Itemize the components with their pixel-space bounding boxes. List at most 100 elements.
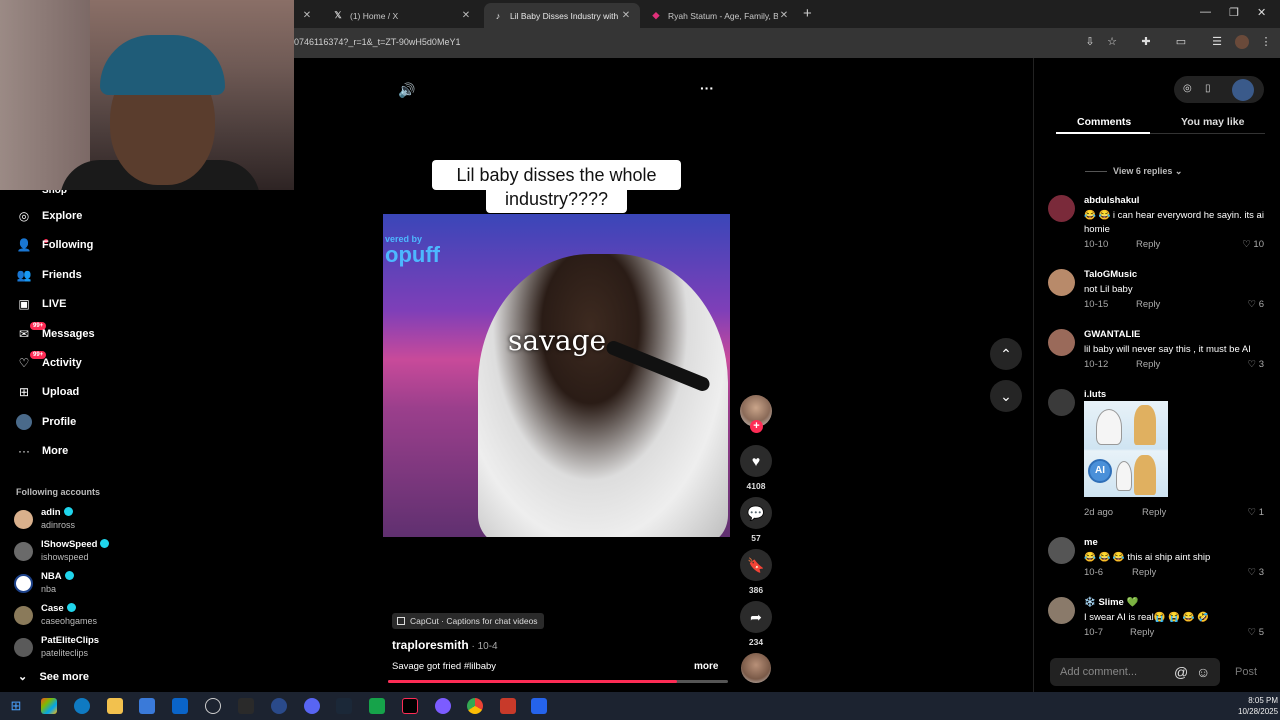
video-player[interactable]: vered by opuff savage — [383, 214, 730, 537]
following-account[interactable]: NBA nba — [14, 571, 154, 597]
avatar[interactable] — [1048, 537, 1075, 564]
profile-avatar-icon[interactable] — [1232, 79, 1254, 101]
comment-like-button[interactable]: ♡ 3 — [1248, 359, 1264, 370]
comment-username[interactable]: me — [1084, 537, 1098, 548]
chrome-icon[interactable] — [467, 698, 483, 714]
app-icon[interactable] — [369, 698, 385, 714]
new-tab-button[interactable]: + — [803, 5, 812, 22]
comment-username[interactable]: i.luts — [1084, 389, 1106, 400]
tab-x-home[interactable]: 𝕏 (1) Home / X ✕ — [324, 3, 480, 28]
previous-video-button[interactable]: ⌃ — [990, 338, 1022, 370]
mention-icon[interactable]: @ — [1174, 664, 1188, 680]
reply-button[interactable]: Reply — [1132, 567, 1156, 578]
comment-gif-image[interactable]: AI — [1084, 401, 1168, 497]
extensions-icon[interactable]: ✚ — [1139, 35, 1153, 49]
sidebar-item-activity[interactable]: ♡ 99+ Activity — [0, 351, 150, 375]
app-icon[interactable] — [205, 698, 221, 714]
view-replies-button[interactable]: View 6 replies ⌄ — [1113, 166, 1182, 177]
like-button[interactable]: ♥ — [740, 445, 772, 477]
following-account[interactable]: IShowSpeed ishowspeed — [14, 539, 154, 565]
video-author[interactable]: traploresmith · 10-4 — [392, 638, 498, 652]
app-icon[interactable] — [531, 698, 547, 714]
comment-username[interactable]: TaloGMusic — [1084, 269, 1137, 280]
avatar[interactable] — [1048, 269, 1075, 296]
file-explorer-icon[interactable] — [107, 698, 123, 714]
edge-icon[interactable] — [74, 698, 90, 714]
sound-disc[interactable] — [741, 653, 771, 683]
app-icon[interactable] — [500, 698, 516, 714]
comment-username[interactable]: ❄️ Slime 💚 — [1084, 597, 1138, 608]
sidebar-item-messages[interactable]: ✉ 99+ Messages — [0, 322, 150, 346]
comment-like-button[interactable]: ♡ 3 — [1248, 567, 1264, 578]
steam-icon[interactable] — [336, 698, 352, 714]
sidebar-item-explore[interactable]: ◎ Explore — [0, 204, 150, 228]
install-app-icon[interactable]: ⇩ — [1083, 35, 1097, 49]
bookmark-star-icon[interactable]: ☆ — [1105, 35, 1119, 49]
reply-button[interactable]: Reply — [1136, 239, 1160, 250]
url-field[interactable]: 0746116374?_r=1&_t=ZT-90wH5d0MeY1 — [294, 37, 460, 47]
share-button[interactable]: ➦ — [740, 601, 772, 633]
copilot-icon[interactable] — [41, 698, 57, 714]
tab-tiktok-video[interactable]: ♪ Lil Baby Disses Industry with Sa ✕ — [484, 3, 640, 28]
tab-you-may-like[interactable]: You may like — [1181, 116, 1244, 128]
follow-plus-icon[interactable]: + — [750, 420, 763, 433]
epic-games-icon[interactable] — [238, 698, 254, 714]
reply-button[interactable]: Reply — [1130, 627, 1154, 638]
close-window-button[interactable]: ✕ — [1257, 6, 1266, 19]
reply-button[interactable]: Reply — [1136, 299, 1160, 310]
capcut-tag[interactable]: CapCut · Captions for chat videos — [392, 613, 544, 629]
app-icon[interactable] — [435, 698, 451, 714]
windows-start-icon[interactable]: ⊞ — [8, 698, 24, 714]
compass-icon[interactable]: ◎ — [1183, 83, 1192, 94]
sidebar-item-friends[interactable]: 👥 Friends — [0, 263, 150, 287]
sidebar-item-profile[interactable]: Profile — [0, 410, 150, 434]
post-button[interactable]: Post — [1235, 666, 1257, 678]
sidebar-item-upload[interactable]: ⊞ Upload — [0, 380, 150, 404]
next-video-button[interactable]: ⌄ — [990, 380, 1022, 412]
avatar[interactable] — [1048, 389, 1075, 416]
following-account[interactable]: adin adinross — [14, 507, 154, 533]
cast-icon[interactable]: ▭ — [1174, 35, 1188, 49]
comment-like-button[interactable]: ♡ 1 — [1248, 507, 1264, 518]
sidebar-item-live[interactable]: ▣ LIVE — [0, 292, 150, 316]
avatar[interactable] — [1048, 329, 1075, 356]
restore-button[interactable]: ❐ — [1229, 6, 1239, 19]
sidebar-item-following[interactable]: 👤 Following — [0, 233, 150, 257]
menu-kebab-icon[interactable]: ⋮ — [1259, 35, 1273, 49]
following-account[interactable]: Case caseohgames — [14, 603, 154, 629]
sidebar-item-more[interactable]: ··· More — [0, 439, 150, 463]
volume-icon[interactable]: 🔊 — [398, 82, 415, 99]
system-clock[interactable]: 8:05 PM 10/28/2025 — [1238, 695, 1278, 717]
tab-ryah-statum[interactable]: ◆ Ryah Statum - Age, Family, Bio ✕ — [642, 3, 798, 28]
more-options-icon[interactable]: ··· — [700, 80, 714, 96]
media-control-icon[interactable]: ☰ — [1210, 35, 1224, 49]
comment-username[interactable]: abdulshakul — [1084, 195, 1139, 206]
following-account[interactable]: PatEliteClips pateliteclips — [14, 635, 154, 661]
video-progress-bar[interactable] — [388, 680, 728, 683]
comment-username[interactable]: GWANTALIE — [1084, 329, 1140, 340]
profile-avatar-icon[interactable] — [1235, 35, 1249, 49]
discord-icon[interactable] — [304, 698, 320, 714]
comment-like-button[interactable]: ♡ 6 — [1248, 299, 1264, 310]
reply-button[interactable]: Reply — [1136, 359, 1160, 370]
comment-like-button[interactable]: ♡ 10 — [1242, 239, 1264, 250]
close-icon[interactable]: ✕ — [302, 10, 312, 21]
store-icon[interactable] — [139, 698, 155, 714]
outlook-icon[interactable] — [172, 698, 188, 714]
comment-like-button[interactable]: ♡ 5 — [1248, 627, 1264, 638]
tiktok-icon[interactable] — [402, 698, 418, 714]
avatar[interactable] — [1048, 597, 1075, 624]
emoji-icon[interactable]: ☺ — [1196, 664, 1210, 680]
phone-icon[interactable]: ▯ — [1205, 83, 1211, 94]
app-icon[interactable] — [271, 698, 287, 714]
see-more-button[interactable]: ⌄ See more — [18, 670, 89, 683]
close-icon[interactable]: ✕ — [620, 10, 632, 21]
comment-button[interactable]: 💬 — [740, 497, 772, 529]
avatar[interactable] — [1048, 195, 1075, 222]
minimize-button[interactable]: — — [1200, 6, 1211, 18]
tab-comments[interactable]: Comments — [1077, 116, 1131, 128]
close-icon[interactable]: ✕ — [460, 10, 472, 21]
save-button[interactable]: 🔖 — [740, 549, 772, 581]
tab-partial[interactable]: ✕ — [294, 3, 320, 28]
reply-button[interactable]: Reply — [1142, 507, 1166, 518]
